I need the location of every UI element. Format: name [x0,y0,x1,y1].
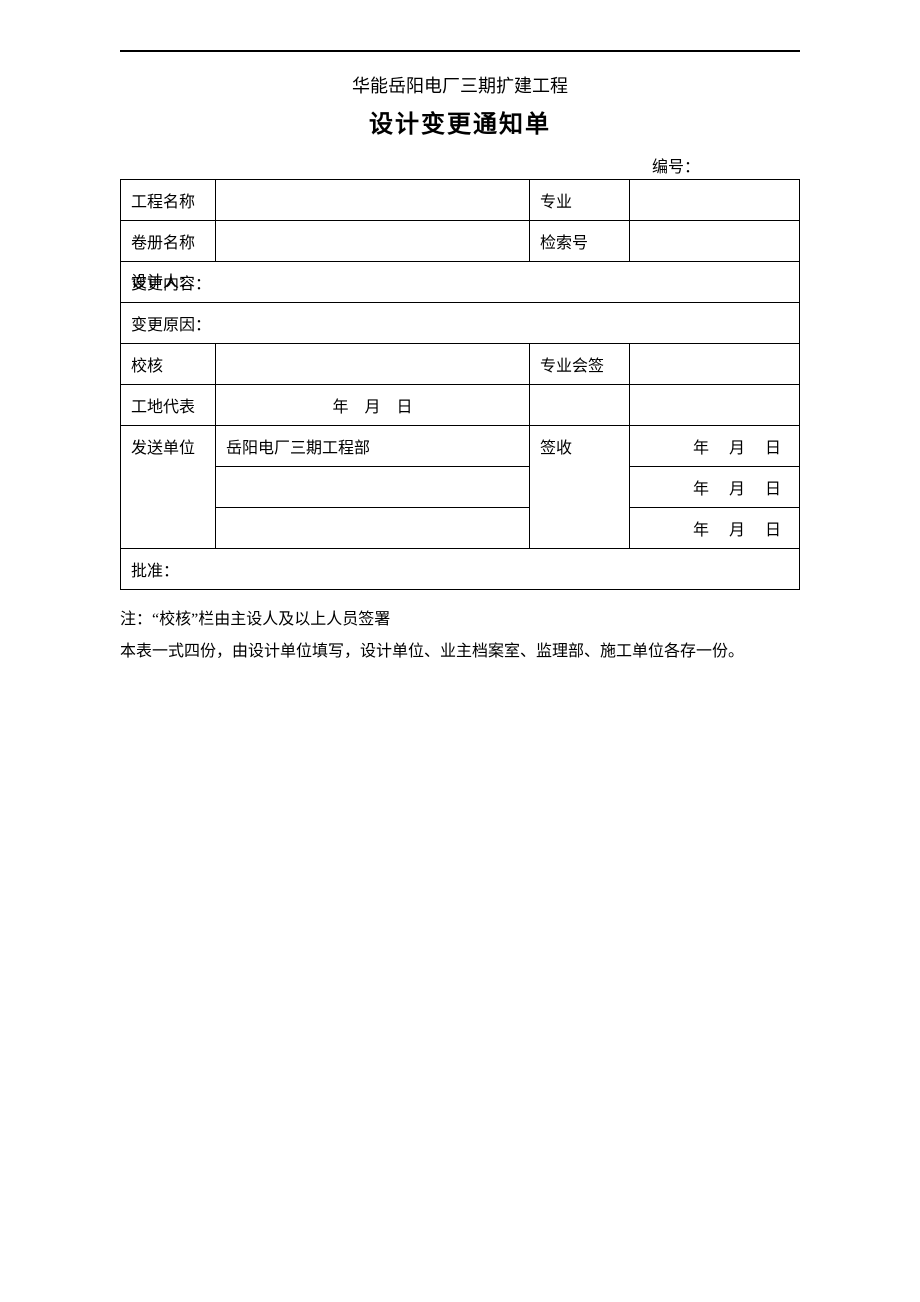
row-send-unit-1: 发送单位 岳阳电厂三期工程部 签收 年 月 日 [121,426,800,467]
label-review: 校核 [121,344,216,385]
row-project-name: 工程名称 专业 [121,180,800,221]
site-rep-date-text: 年 月 日 [226,393,519,417]
note-line-2: 本表一式四份，由设计单位填写，设计单位、业主档案室、监理部、施工单位各存一份。 [120,636,800,668]
row-send-unit-3: 年 月 日 [121,508,800,549]
row-review: 校核 专业会签 [121,344,800,385]
row-approve: 批准： [121,549,800,590]
value-sign-date-3: 年 月 日 [630,508,800,549]
value-volume-name [216,221,530,262]
value-send-unit-1: 岳阳电厂三期工程部 [216,426,530,467]
row-site-rep: 工地代表 年 月 日 [121,385,800,426]
value-send-unit-2 [216,467,530,508]
blank-mid [530,385,630,426]
label-volume-name: 卷册名称 [121,221,216,262]
document-title: 设计变更通知单 [120,104,800,139]
value-cosign [630,344,800,385]
row-volume-name: 卷册名称 检索号 [121,221,800,262]
label-index-no: 检索号 [530,221,630,262]
value-review [216,344,530,385]
label-site-rep: 工地代表 [121,385,216,426]
label-send-unit: 发送单位 [121,426,216,549]
notes-block: 注：“校核”栏由主设人及以上人员签署 本表一式四份，由设计单位填写，设计单位、业… [120,604,800,668]
value-specialty [630,180,800,221]
value-sign-date-2: 年 月 日 [630,467,800,508]
value-site-rep-date: 年 月 日 [216,385,530,426]
value-project-name [216,180,530,221]
sign-date-1-text: 年 月 日 [640,434,789,458]
row-send-unit-2: 年 月 日 [121,467,800,508]
project-header: 华能岳阳电厂三期扩建工程 [120,72,800,98]
blank-right [630,385,800,426]
label-sign-receive: 签收 [530,426,630,549]
label-cosign: 专业会签 [530,344,630,385]
value-sign-date-1: 年 月 日 [630,426,800,467]
label-change-content: 变更内容： [131,270,789,294]
sign-date-2-text: 年 月 日 [640,475,789,499]
value-index-no [630,221,800,262]
label-specialty: 专业 [530,180,630,221]
value-send-unit-3 [216,508,530,549]
row-change-content: 变更内容： 设计人： [121,262,800,303]
label-designer: 设计人： [131,268,195,292]
cell-approve: 批准： [121,549,800,590]
cell-change-reason: 变更原因： [121,303,800,344]
form-table: 工程名称 专业 卷册名称 检索号 变更内容： 设计人： 变更原因： 校核 专业 [120,179,800,590]
label-change-reason: 变更原因： [131,311,789,335]
cell-change-content: 变更内容： 设计人： [121,262,800,303]
top-rule [120,50,800,52]
note-line-1: 注：“校核”栏由主设人及以上人员签署 [120,604,800,636]
row-change-reason: 变更原因： [121,303,800,344]
number-label: 编号： [652,153,700,177]
label-project-name: 工程名称 [121,180,216,221]
sign-date-3-text: 年 月 日 [640,516,789,540]
label-approve: 批准： [131,563,179,580]
